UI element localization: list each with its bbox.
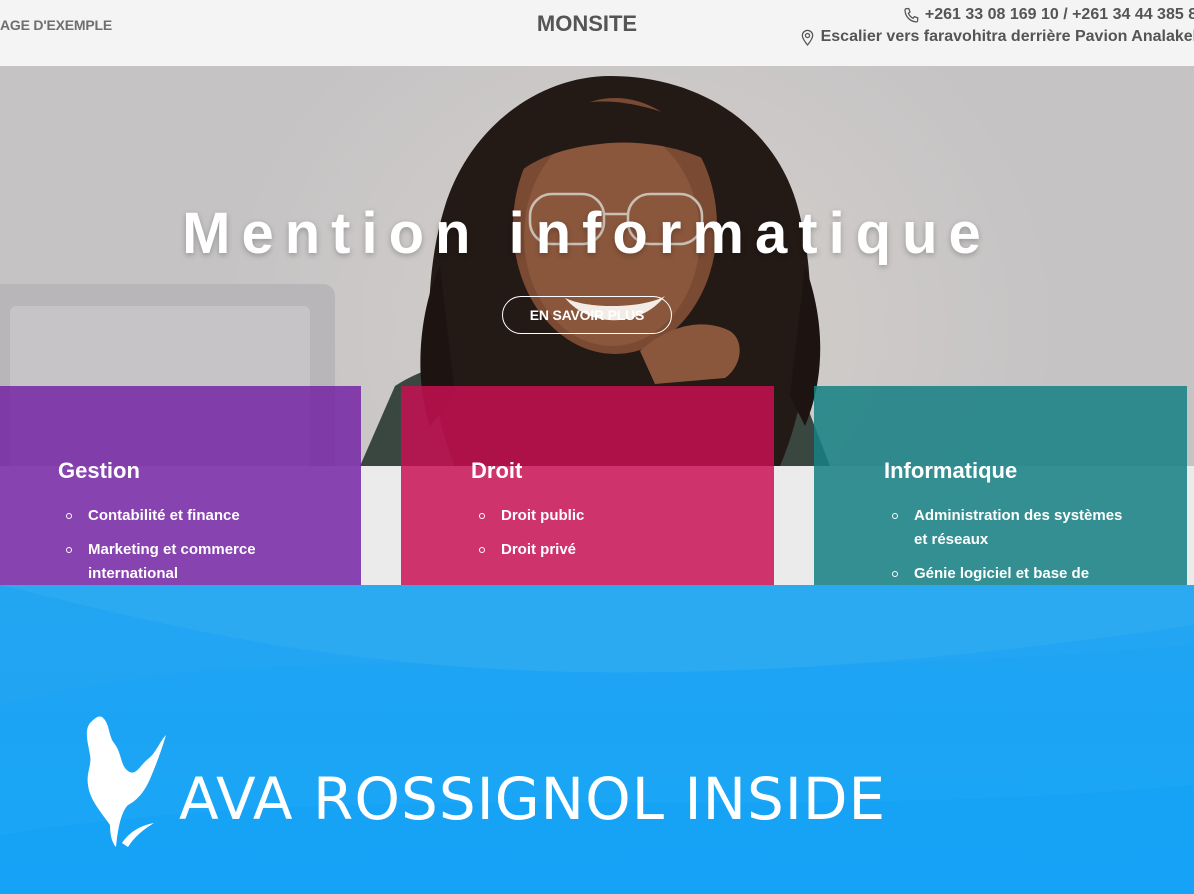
wave-decoration — [0, 585, 1194, 894]
footer-banner: AVA ROSSIGNOL INSIDE — [0, 585, 1194, 894]
brand-logo-icon[interactable] — [82, 713, 168, 851]
location-pin-icon — [801, 29, 813, 46]
card-gestion[interactable]: Gestion Contabilité et finance Marketing… — [0, 386, 361, 585]
learn-more-button[interactable]: EN SAVOIR PLUS — [502, 296, 672, 334]
contact-address: Escalier vers faravohitra derrière Pavio… — [798, 26, 1194, 48]
card-list: Administration des systèmes et réseaux G… — [884, 504, 1167, 585]
list-item[interactable]: Droit privé — [471, 538, 711, 562]
card-title: Droit — [471, 458, 523, 483]
phone-icon — [904, 7, 919, 23]
card-list: Contabilité et finance Marketing et comm… — [58, 504, 341, 585]
hero-title: Mention informatique — [182, 201, 992, 266]
list-item[interactable]: Génie logiciel et base de — [884, 562, 1124, 585]
card-list: Droit public Droit privé — [471, 504, 754, 562]
list-item[interactable]: Contabilité et finance — [58, 504, 298, 528]
card-informatique[interactable]: Informatique Administration des systèmes… — [814, 386, 1187, 585]
contact-info: +261 33 08 169 10 / +261 34 44 385 88 Es… — [798, 4, 1194, 48]
card-title: Gestion — [58, 458, 140, 483]
contact-phone: +261 33 08 169 10 / +261 34 44 385 88 — [798, 4, 1194, 26]
top-bar: AGE D'EXEMPLE MONSITE +261 33 08 169 10 … — [0, 0, 1194, 66]
list-item[interactable]: Marketing et commerce international — [58, 538, 298, 585]
phone-numbers[interactable]: +261 33 08 169 10 / +261 34 44 385 88 — [925, 4, 1194, 26]
list-item[interactable]: Administration des systèmes et réseaux — [884, 504, 1124, 552]
brand-name: AVA ROSSIGNOL INSIDE — [179, 765, 887, 833]
card-title: Informatique — [884, 458, 1018, 483]
address-text: Escalier vers faravohitra derrière Pavio… — [820, 28, 1194, 45]
list-item[interactable]: Droit public — [471, 504, 711, 528]
card-droit[interactable]: Droit Droit public Droit privé — [401, 386, 774, 585]
